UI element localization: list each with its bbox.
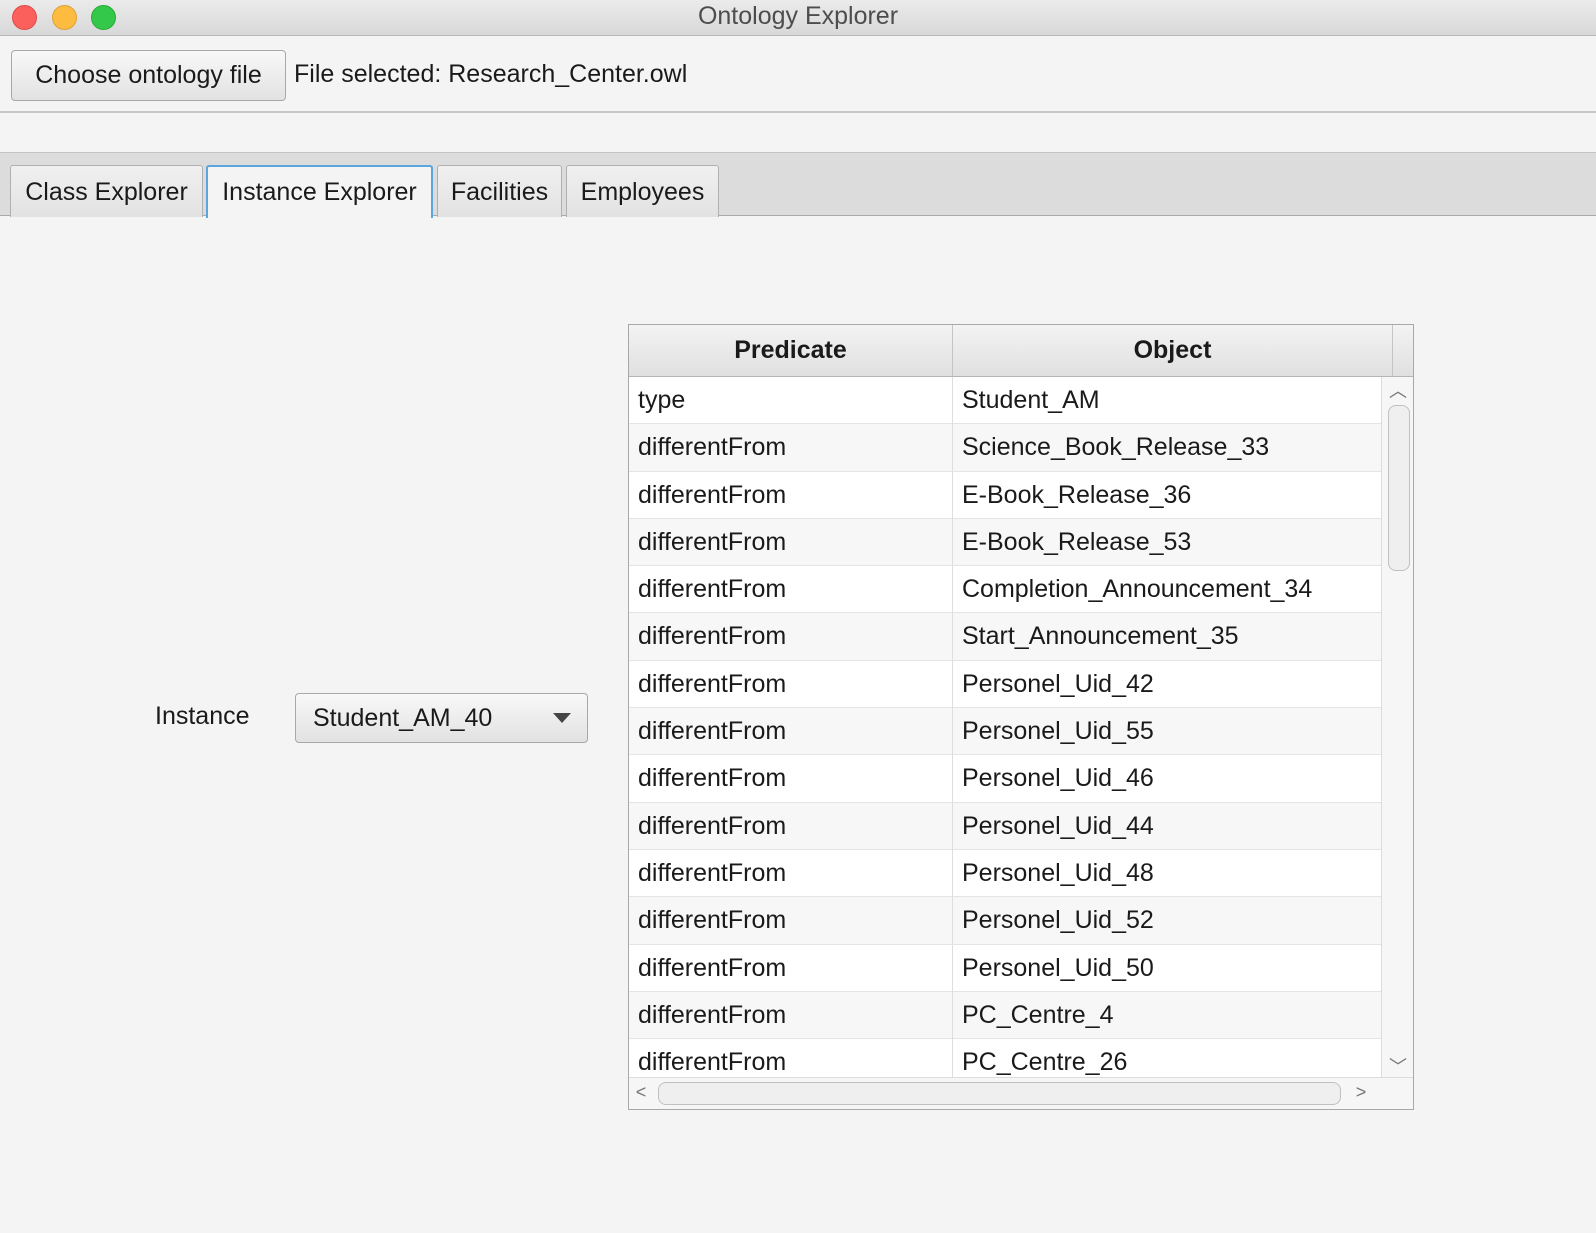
tab-employees[interactable]: Employees — [566, 165, 719, 217]
cell-predicate: differentFrom — [629, 991, 953, 1039]
cell-object: Completion_Announcement_34 — [962, 575, 1313, 604]
table-row[interactable]: differentFrom PC_Centre_4 — [629, 991, 1381, 1040]
table-row[interactable]: differentFrom Personel_Uid_44 — [629, 802, 1381, 850]
cell-object: Personel_Uid_44 — [962, 811, 1154, 840]
table-row[interactable]: differentFrom PC_Centre_26 — [629, 1039, 1381, 1077]
table-row[interactable]: differentFrom Start_Announcement_35 — [629, 613, 1381, 661]
tab-facilities[interactable]: Facilities — [437, 165, 562, 217]
cell-object: Science_Book_Release_33 — [962, 433, 1270, 462]
table-row[interactable]: differentFrom E-Book_Release_36 — [629, 471, 1381, 519]
cell-predicate: differentFrom — [629, 613, 953, 661]
instance-label: Instance — [155, 702, 250, 730]
cell-predicate: differentFrom — [629, 660, 953, 708]
file-selected-label: File selected: Research_Center.owl — [294, 60, 688, 88]
cell-object: Start_Announcement_35 — [962, 622, 1239, 651]
tab-class-explorer[interactable]: Class Explorer — [10, 165, 203, 217]
cell-predicate: differentFrom — [629, 518, 953, 566]
toolbar: Choose ontology file File selected: Rese… — [0, 37, 1596, 113]
table-row[interactable]: differentFrom Completion_Announcement_34 — [629, 566, 1381, 614]
table-body: type Student_AM differentFrom Science_Book_… — [629, 377, 1381, 1077]
cell-object: Personel_Uid_50 — [962, 953, 1154, 982]
cell-object: Personel_Uid_48 — [962, 858, 1154, 887]
chevron-up-icon[interactable]: ︿ — [1388, 377, 1408, 403]
table-row[interactable]: differentFrom Personel_Uid_48 — [629, 849, 1381, 898]
cell-object: PC_Centre_4 — [962, 1000, 1114, 1029]
cell-predicate: differentFrom — [629, 944, 953, 992]
cell-predicate: differentFrom — [629, 1039, 953, 1077]
chevron-down-icon[interactable]: ﹀ — [1388, 1053, 1408, 1079]
chevron-right-icon[interactable]: > — [1351, 1082, 1371, 1103]
cell-object: E-Book_Release_53 — [962, 527, 1192, 556]
vertical-scrollbar[interactable]: ︿ ﹀ — [1381, 377, 1413, 1077]
cell-object: E-Book_Release_36 — [962, 480, 1192, 509]
column-header-predicate[interactable]: Predicate — [629, 325, 953, 376]
table-header: Predicate Object — [629, 325, 1413, 377]
instance-combobox[interactable]: Student_AM_40 — [295, 693, 588, 743]
spacer — [0, 113, 1596, 153]
cell-predicate: differentFrom — [629, 849, 953, 897]
column-header-filler — [1393, 325, 1413, 376]
table-row[interactable]: differentFrom Personel_Uid_46 — [629, 755, 1381, 803]
cell-predicate: differentFrom — [629, 471, 953, 519]
table-row[interactable]: differentFrom Personel_Uid_50 — [629, 944, 1381, 992]
table-row[interactable]: differentFrom Personel_Uid_52 — [629, 897, 1381, 945]
vertical-scroll-thumb[interactable] — [1388, 405, 1410, 571]
choose-ontology-file-button[interactable]: Choose ontology file — [11, 50, 286, 101]
cell-object: Personel_Uid_52 — [962, 906, 1154, 935]
instance-combobox-value: Student_AM_40 — [313, 704, 493, 732]
cell-predicate: differentFrom — [629, 802, 953, 850]
horizontal-scroll-thumb[interactable] — [658, 1082, 1341, 1105]
cell-object: PC_Centre_26 — [962, 1048, 1128, 1077]
table-row[interactable]: differentFrom Personel_Uid_55 — [629, 708, 1381, 756]
cell-object: Personel_Uid_55 — [962, 717, 1154, 746]
table-row[interactable]: differentFrom E-Book_Release_53 — [629, 518, 1381, 567]
cell-predicate: differentFrom — [629, 897, 953, 945]
chevron-left-icon[interactable]: < — [631, 1082, 651, 1103]
triples-table: Predicate Object type Student_AM different… — [628, 324, 1414, 1110]
title-bar: Ontology Explorer — [0, 0, 1596, 36]
cell-predicate: differentFrom — [629, 755, 953, 803]
table-row[interactable]: differentFrom Science_Book_Release_33 — [629, 424, 1381, 472]
table-row[interactable]: differentFrom Personel_Uid_42 — [629, 660, 1381, 709]
cell-predicate: differentFrom — [629, 424, 953, 472]
table-row[interactable]: type Student_AM — [629, 377, 1381, 425]
cell-predicate: type — [629, 377, 953, 424]
column-header-object[interactable]: Object — [953, 325, 1393, 376]
cell-object: Personel_Uid_42 — [962, 669, 1154, 698]
chevron-down-icon[interactable] — [553, 713, 571, 723]
tab-instance-explorer[interactable]: Instance Explorer — [206, 165, 433, 218]
window-title: Ontology Explorer — [697, 2, 899, 30]
horizontal-scrollbar[interactable]: < > — [629, 1077, 1413, 1109]
tab-bar: Class Explorer Instance Explorer Facilit… — [0, 152, 1596, 218]
cell-predicate: differentFrom — [629, 566, 953, 614]
cell-object: Personel_Uid_46 — [962, 764, 1154, 793]
cell-object: Student_AM — [962, 386, 1100, 414]
cell-predicate: differentFrom — [629, 708, 953, 756]
